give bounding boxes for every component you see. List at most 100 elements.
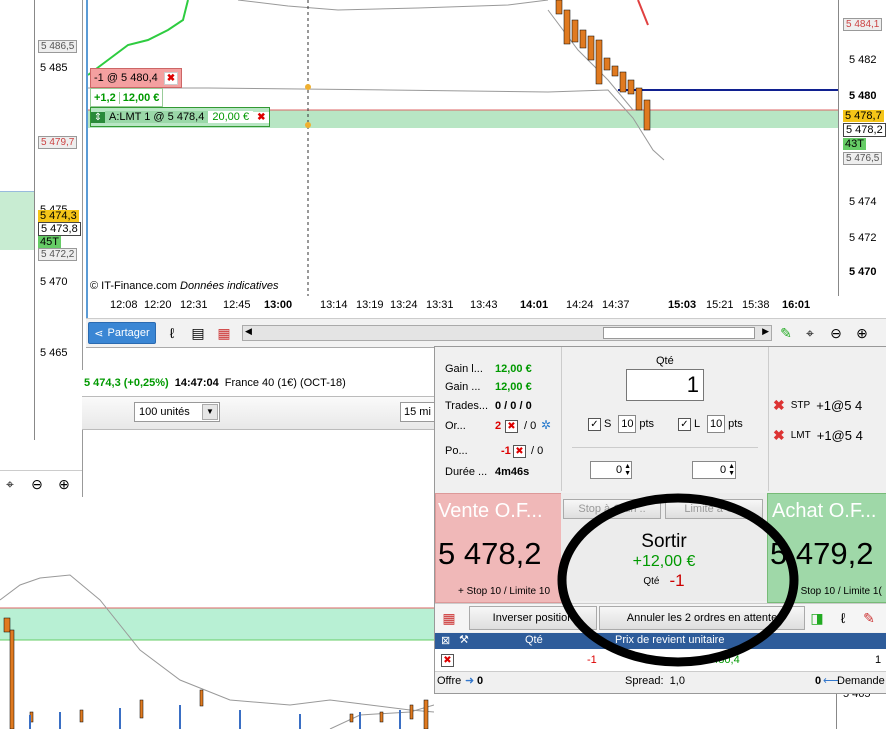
- y-axis-label: 5 474: [849, 196, 877, 208]
- order-controls-bar: 100 unités ▼ 15 mi: [82, 396, 436, 430]
- zoom-out-icon[interactable]: ⊖: [826, 323, 846, 343]
- price-table-icon[interactable]: ▦: [214, 323, 234, 343]
- x-axis-label: 12:20: [144, 299, 172, 311]
- gear-icon[interactable]: ✲: [541, 418, 551, 432]
- close-icon[interactable]: ✖: [513, 445, 526, 458]
- close-icon[interactable]: ✖: [505, 420, 518, 433]
- scroll-left-icon[interactable]: ◀: [245, 326, 252, 337]
- annotation-ellipse: [557, 493, 799, 667]
- left-chart[interactable]: 5 486,5 5 485 5 479,7 5 475 5 474,3 5 47…: [0, 0, 83, 497]
- left-price-label: 5 485: [40, 62, 68, 74]
- edit-icon[interactable]: ✎: [859, 608, 879, 628]
- timeframe-select[interactable]: 15 mi: [400, 402, 436, 422]
- spinner-arrows-icon[interactable]: ▲ ▼: [624, 463, 631, 477]
- pnl-euro: 12,00 €: [122, 91, 160, 104]
- drawing-tools-icon[interactable]: ▤: [188, 323, 208, 343]
- auto-zoom-icon[interactable]: ⌖: [800, 323, 820, 343]
- limit-points-input[interactable]: 10: [707, 415, 726, 433]
- candle: [139, 699, 144, 719]
- pending-order[interactable]: ✖ LMT +1@5 4: [773, 427, 863, 444]
- x-axis-label: 15:38: [742, 299, 770, 311]
- candle: [409, 704, 414, 720]
- candle: [563, 9, 571, 45]
- moving-average-line: [88, 0, 189, 76]
- drag-handle-icon[interactable]: ⇕: [91, 111, 105, 123]
- close-position-icon[interactable]: ✖: [441, 654, 454, 667]
- cancel-order-icon[interactable]: ✖: [773, 427, 785, 444]
- y-axis-label: 43T: [843, 138, 866, 150]
- bid-label: Offre: [437, 675, 462, 687]
- spinner-arrows-icon[interactable]: ▲ ▼: [728, 463, 735, 477]
- horizontal-scrollbar[interactable]: ◀ ▶: [242, 325, 772, 341]
- x-axis-label: 13:43: [470, 299, 498, 311]
- position-grid-icon[interactable]: ▦: [439, 608, 459, 628]
- order-ticket: Qté 1 ✓ S 10 pts ✓ L 10 pts 0 ▲ ▼ 0 ▲ ▼: [561, 347, 769, 491]
- sell-price: 5 478,2: [438, 536, 542, 571]
- pending-orders: ✖ STP +1@5 4 ✖ LMT +1@5 4: [767, 347, 886, 491]
- stat-row: Gain ... 12,00 €: [445, 381, 532, 393]
- limit-spinner[interactable]: 0 ▲ ▼: [692, 461, 736, 479]
- pnl-tag: +1,2 12,00 €: [90, 88, 164, 107]
- indicator-icon[interactable]: ℓ: [833, 608, 853, 628]
- instrument-bar: 5 474,3 (+0,25%) 14:47:04 France 40 (1€)…: [82, 370, 434, 396]
- close-order-icon[interactable]: ✖: [163, 71, 179, 85]
- auto-zoom-icon[interactable]: ⌖: [0, 474, 20, 494]
- chevron-down-icon[interactable]: ▼: [202, 404, 218, 420]
- price-change: 5 474,3 (+0,25%): [84, 377, 169, 389]
- sell-order-text: -1 @ 5 480,4: [94, 72, 158, 84]
- scroll-right-icon[interactable]: ▶: [762, 326, 769, 337]
- bollinger-band-line: [0, 574, 434, 713]
- cancel-order-icon[interactable]: ✖: [773, 397, 785, 414]
- scroll-thumb[interactable]: [603, 327, 755, 339]
- bid-value: 0: [477, 675, 484, 687]
- copyright: © IT-Finance.com Données indicatives: [90, 280, 279, 292]
- main-chart[interactable]: 5 484,1 5 482 5 480 5 478,7 5 478,2 43T …: [86, 0, 886, 318]
- table-settings-icon[interactable]: ⊠: [441, 634, 450, 647]
- close-order-icon[interactable]: ✖: [253, 111, 270, 123]
- wrench-icon[interactable]: ⚒: [459, 633, 469, 646]
- left-chart-toolbar: ⌖ ⊖ ⊕: [0, 470, 82, 497]
- zoom-out-icon[interactable]: ⊖: [27, 474, 47, 494]
- cursor-point: [305, 84, 311, 90]
- pending-order[interactable]: ✖ STP +1@5 4: [773, 397, 862, 414]
- chart-icon[interactable]: ◨: [807, 608, 827, 628]
- qty-label: Qté: [656, 355, 674, 367]
- bollinger-band-upper: [237, 0, 549, 11]
- y-axis-label: 5 478,7: [843, 110, 884, 122]
- x-axis-label: 13:19: [356, 299, 384, 311]
- x-axis-label: 16:01: [782, 299, 811, 311]
- bid-zone: [0, 608, 434, 640]
- limit-order-tag[interactable]: ⇕ A:LMT 1 @ 5 478,4 20,00 € ✖: [90, 107, 271, 127]
- limit-checkbox[interactable]: ✓: [678, 417, 691, 431]
- x-axis-label: 13:31: [426, 299, 454, 311]
- share-button[interactable]: ⋖ Partager: [88, 322, 156, 344]
- quantity-input[interactable]: 1: [626, 369, 704, 401]
- stop-points-input[interactable]: 10: [618, 415, 637, 433]
- instrument-name: France 40 (1€) (OCT-18): [224, 377, 346, 389]
- x-axis-label: 12:31: [180, 299, 208, 311]
- candle: [595, 39, 603, 85]
- sell-button[interactable]: Vente O.F... 5 478,2 + Stop 10 / Limite …: [435, 493, 563, 603]
- units-select[interactable]: 100 unités ▼: [134, 402, 220, 422]
- zoom-in-icon[interactable]: ⊕: [54, 474, 74, 494]
- sell-title: Vente O.F...: [438, 500, 543, 522]
- lower-right-axis: 5 465: [836, 688, 886, 729]
- candle: [611, 65, 619, 77]
- stop-spinner[interactable]: 0 ▲ ▼: [590, 461, 632, 479]
- magnet-icon[interactable]: ✎: [776, 323, 796, 343]
- candle: [199, 689, 204, 707]
- indicator-icon[interactable]: ℓ: [162, 323, 182, 343]
- x-axis-label: 14:37: [602, 299, 630, 311]
- arrow-right-icon: ➜: [465, 675, 475, 687]
- candle: [79, 709, 84, 723]
- main-chart-plot: [88, 0, 838, 296]
- stat-row: Gain l... 12,00 €: [445, 363, 532, 375]
- sell-order-tag[interactable]: -1 @ 5 480,4 ✖: [90, 68, 183, 88]
- x-axis-label: 12:08: [110, 299, 138, 311]
- candle: [555, 0, 563, 15]
- x-axis-label: 13:14: [320, 299, 348, 311]
- lower-chart-plot: [0, 574, 434, 729]
- zoom-in-icon[interactable]: ⊕: [852, 323, 872, 343]
- stop-checkbox[interactable]: ✓: [588, 417, 601, 431]
- left-price-label: 5 470: [40, 276, 68, 288]
